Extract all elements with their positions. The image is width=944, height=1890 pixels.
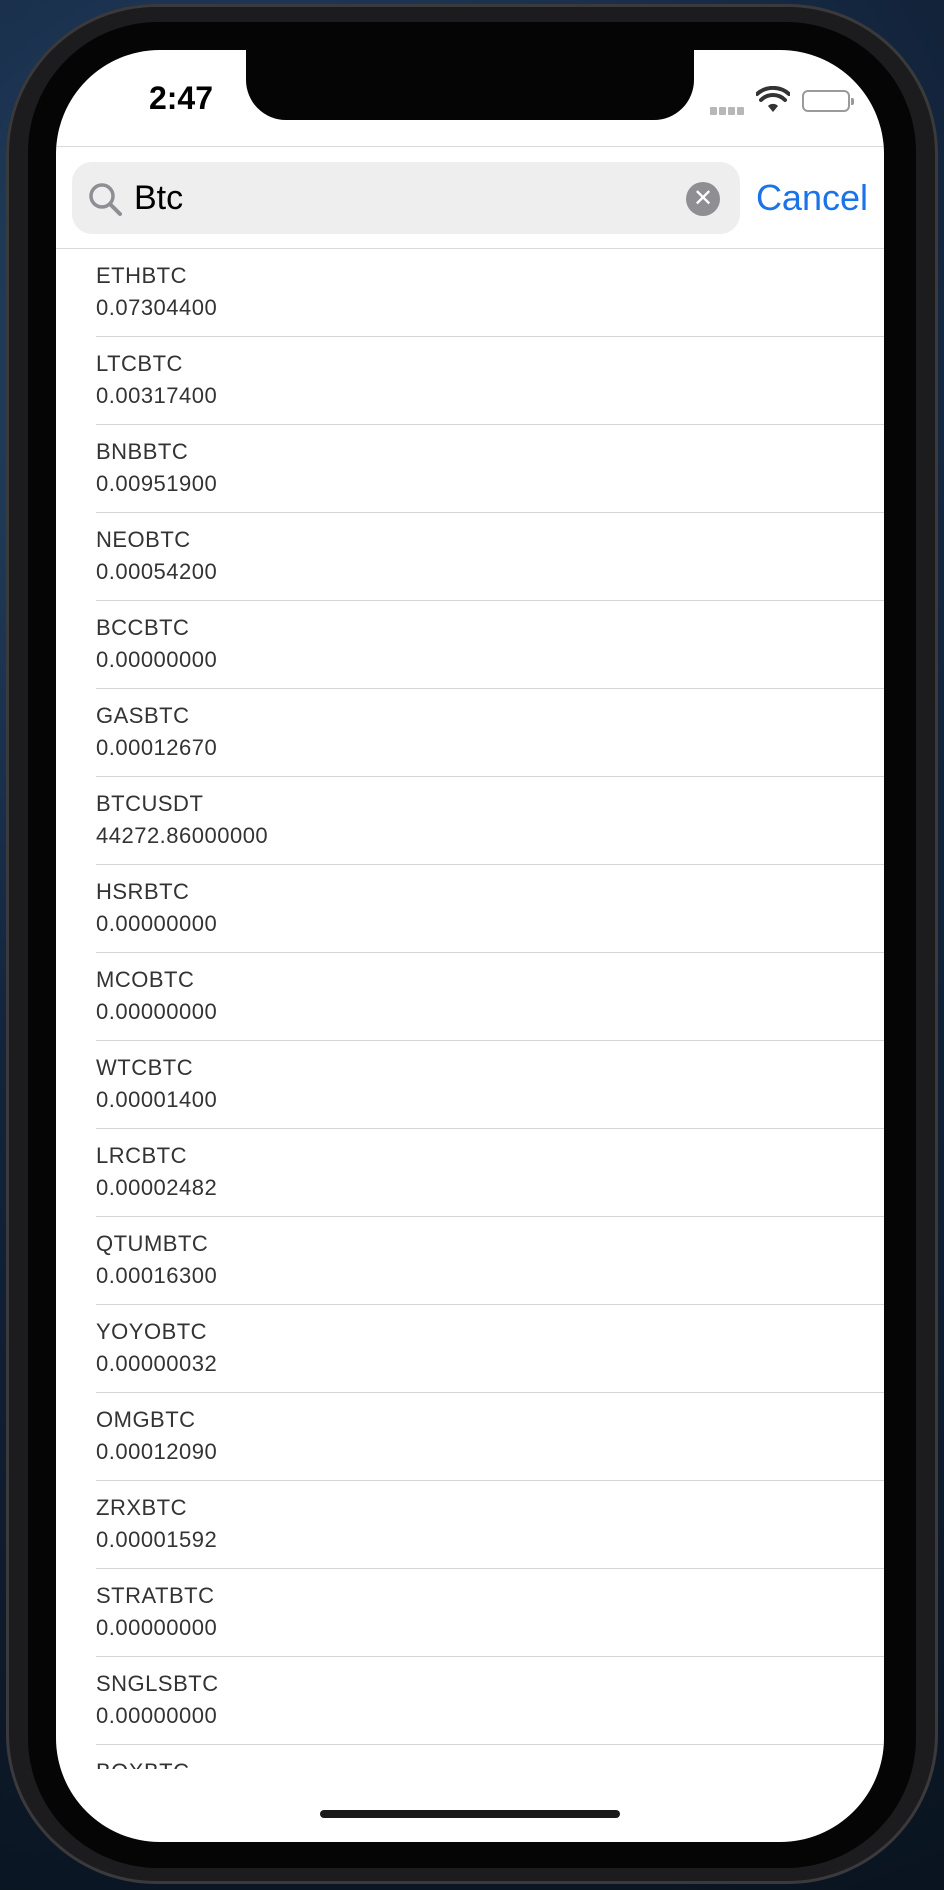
list-item[interactable]: HSRBTC 0.00000000: [96, 865, 884, 953]
item-symbol: GASBTC: [96, 703, 190, 728]
item-symbol: OMGBTC: [96, 1407, 196, 1432]
item-price: 44272.86000000: [96, 823, 269, 848]
list-item[interactable]: LTCBTC 0.00317400: [96, 337, 884, 425]
results-list[interactable]: ETHBTC 0.07304400 LTCBTC 0.00317400 BNBBTC 0.…: [56, 249, 884, 1769]
item-price: 0.00951900: [96, 471, 218, 496]
list-item[interactable]: GASBTC 0.00012670: [96, 689, 884, 777]
item-price: 0.00000000: [96, 647, 218, 672]
item-price: 0.00317400: [96, 383, 218, 408]
item-price: 0.00001592: [96, 1527, 218, 1552]
clear-icon[interactable]: ✕: [686, 182, 720, 216]
list-item[interactable]: ZRXBTC 0.00001592: [96, 1481, 884, 1569]
cancel-button[interactable]: Cancel: [754, 162, 868, 234]
signal-icon: [710, 102, 750, 115]
list-item[interactable]: MCOBTC 0.00000000: [96, 953, 884, 1041]
item-price: 0.00002482: [96, 1175, 218, 1200]
item-symbol: ZRXBTC: [96, 1495, 187, 1520]
item-price: 0.00000000: [96, 999, 218, 1024]
item-price: 0.00012670: [96, 735, 218, 760]
notch: [246, 50, 694, 120]
item-symbol: SNGLSBTC: [96, 1671, 219, 1696]
search-icon: [89, 183, 122, 216]
wifi-icon: [756, 86, 790, 112]
item-symbol: ETHBTC: [96, 263, 187, 288]
item-symbol: WTCBTC: [96, 1055, 194, 1080]
list-item[interactable]: LRCBTC 0.00002482: [96, 1129, 884, 1217]
item-symbol: QTUMBTC: [96, 1231, 209, 1256]
item-price: 0.00054200: [96, 559, 218, 584]
list-item[interactable]: WTCBTC 0.00001400: [96, 1041, 884, 1129]
item-price: 0.00000032: [96, 1351, 218, 1376]
item-symbol: LTCBTC: [96, 351, 183, 376]
list-item[interactable]: ETHBTC 0.07304400: [96, 249, 884, 337]
app-screen: 2:47 ✕ Cancel ETHBTC 0.07304400 LTCBTC 0.00…: [56, 50, 884, 1842]
item-price: 0.00016300: [96, 1263, 218, 1288]
battery-icon: [802, 90, 854, 112]
item-symbol: STRATBTC: [96, 1583, 215, 1608]
list-item[interactable]: QTUMBTC 0.00016300: [96, 1217, 884, 1305]
item-symbol: BNBBTC: [96, 439, 189, 464]
item-symbol: HSRBTC: [96, 879, 190, 904]
item-symbol: MCOBTC: [96, 967, 195, 992]
status-time: 2:47: [148, 80, 214, 116]
list-item[interactable]: BQXBTC: [96, 1745, 884, 1769]
item-symbol: BTCUSDT: [96, 791, 204, 816]
item-price: 0.00000000: [96, 911, 218, 936]
list-item[interactable]: BCCBTC 0.00000000: [96, 601, 884, 689]
item-price: 0.00012090: [96, 1439, 218, 1464]
item-price: 0.00001400: [96, 1087, 218, 1112]
list-item[interactable]: BTCUSDT 44272.86000000: [96, 777, 884, 865]
home-indicator: [320, 1810, 620, 1818]
item-price: 0.07304400: [96, 295, 218, 320]
item-symbol: YOYOBTC: [96, 1319, 208, 1344]
list-item[interactable]: NEOBTC 0.00054200: [96, 513, 884, 601]
status-bar: 2:47: [56, 50, 884, 146]
item-symbol: BQXBTC: [96, 1759, 189, 1769]
divider: [56, 146, 884, 147]
list-item[interactable]: BNBBTC 0.00951900: [96, 425, 884, 513]
item-price: 0.00000000: [96, 1703, 218, 1728]
list-item[interactable]: SNGLSBTC 0.00000000: [96, 1657, 884, 1745]
list-item[interactable]: YOYOBTC 0.00000032: [96, 1305, 884, 1393]
item-price: 0.00000000: [96, 1615, 218, 1640]
item-symbol: LRCBTC: [96, 1143, 188, 1168]
list-item[interactable]: OMGBTC 0.00012090: [96, 1393, 884, 1481]
item-symbol: BCCBTC: [96, 615, 190, 640]
search-bar[interactable]: ✕: [72, 162, 740, 234]
list-item[interactable]: STRATBTC 0.00000000: [96, 1569, 884, 1657]
item-symbol: NEOBTC: [96, 527, 191, 552]
search-input[interactable]: [134, 172, 654, 224]
